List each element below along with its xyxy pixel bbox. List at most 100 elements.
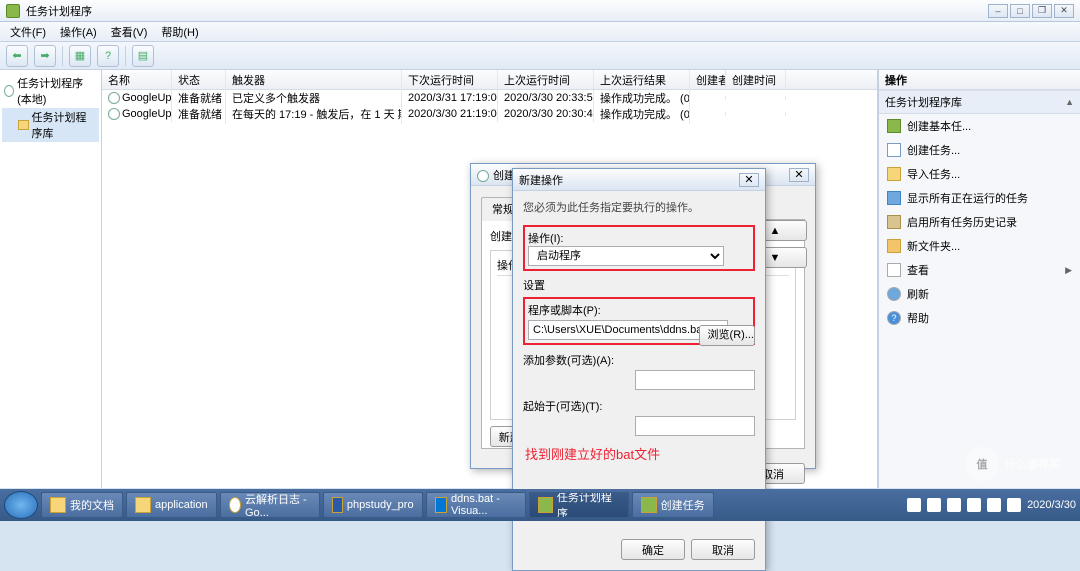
task-icon — [108, 108, 120, 120]
toolbar-button-3[interactable]: ▤ — [132, 45, 154, 67]
action-item-icon — [887, 263, 901, 277]
start-button[interactable] — [4, 491, 38, 519]
nav-forward-button[interactable]: ➡ — [34, 45, 56, 67]
action-item-icon — [887, 167, 901, 181]
startin-input[interactable] — [635, 416, 755, 436]
task-grid-pane: 名称 状态 触发器 下次运行时间 上次运行时间 上次运行结果 创建者 创建时间 … — [102, 70, 878, 488]
actions-header: 操作 — [879, 70, 1080, 90]
taskbar-item[interactable]: phpstudy_pro — [323, 492, 423, 518]
toolbar-button-1[interactable]: ▦ — [69, 45, 91, 67]
watermark-icon: 值 — [965, 447, 999, 481]
action-item-label: 创建任务... — [907, 142, 960, 158]
browse-button[interactable]: 浏览(R)... — [699, 325, 755, 346]
maximize-button[interactable]: □ — [1010, 4, 1030, 18]
tray-icon[interactable] — [987, 498, 1001, 512]
taskbar-item-label: 任务计划程序 — [557, 492, 620, 518]
script-label: 程序或脚本(P): — [528, 302, 750, 318]
main-content: 任务计划程序 (本地) 任务计划程序库 名称 状态 触发器 下次运行时间 上次运… — [0, 70, 1080, 488]
action-item-label: 导入任务... — [907, 166, 960, 182]
toolbar-button-2[interactable]: ? — [97, 45, 119, 67]
menu-help[interactable]: 帮助(H) — [155, 22, 204, 42]
tray-icon[interactable] — [947, 498, 961, 512]
taskbar-clock[interactable]: 2020/3/30 — [1027, 499, 1076, 511]
action-item-icon — [887, 119, 901, 133]
action-type-label: 操作(I): — [528, 233, 563, 245]
menu-action[interactable]: 操作(A) — [54, 22, 103, 42]
action-item-label: 显示所有正在运行的任务 — [907, 190, 1028, 206]
window-controls: – □ ❐ ✕ — [988, 4, 1074, 18]
toolbar-divider — [62, 46, 63, 66]
taskbar-item[interactable]: 云解析日志 - Go... — [220, 492, 320, 518]
dialog-title: 新建操作 — [519, 172, 563, 188]
dialog-hint: 您必须为此任务指定要执行的操作。 — [523, 199, 755, 215]
toolbar-divider — [125, 46, 126, 66]
actions-item[interactable]: 创建任务... — [879, 138, 1080, 162]
close-button[interactable]: ✕ — [1054, 4, 1074, 18]
title-bar: 任务计划程序 – □ ❐ ✕ — [0, 0, 1080, 22]
nav-back-button[interactable]: ⬅ — [6, 45, 28, 67]
actions-item[interactable]: 新文件夹... — [879, 234, 1080, 258]
menu-view[interactable]: 查看(V) — [105, 22, 154, 42]
ok-button[interactable]: 确定 — [621, 539, 685, 560]
taskbar-item-label: ddns.bat - Visua... — [451, 493, 517, 517]
menu-file[interactable]: 文件(F) — [4, 22, 52, 42]
close-icon[interactable]: ✕ — [789, 168, 809, 182]
taskbar-item-label: 云解析日志 - Go... — [245, 492, 311, 518]
actions-item[interactable]: 导入任务... — [879, 162, 1080, 186]
action-item-label: 帮助 — [907, 310, 929, 326]
taskbar-item[interactable]: application — [126, 492, 217, 518]
col-result[interactable]: 上次运行结果 — [594, 70, 690, 89]
actions-item[interactable]: 刷新 — [879, 282, 1080, 306]
tray-icon[interactable] — [1007, 498, 1021, 512]
arguments-label: 添加参数(可选)(A): — [523, 352, 755, 368]
watermark-text: 什么值得买 — [1005, 456, 1060, 472]
tray-icon[interactable] — [927, 498, 941, 512]
col-status[interactable]: 状态 — [172, 70, 226, 89]
nav-tree: 任务计划程序 (本地) 任务计划程序库 — [0, 70, 102, 488]
col-author[interactable]: 创建者 — [690, 70, 726, 89]
dialog-titlebar[interactable]: 新建操作 ✕ — [513, 169, 765, 191]
taskbar-item[interactable]: ddns.bat - Visua... — [426, 492, 526, 518]
close-icon[interactable]: ✕ — [739, 173, 759, 187]
taskbar-item-icon — [332, 497, 343, 513]
restore-button[interactable]: ❐ — [1032, 4, 1052, 18]
tree-root-label: 任务计划程序 (本地) — [17, 75, 97, 107]
action-item-icon — [887, 143, 901, 157]
taskbar-item-icon — [641, 497, 657, 513]
arguments-input[interactable] — [635, 370, 755, 390]
actions-item[interactable]: ? 帮助 — [879, 306, 1080, 330]
action-item-icon: ? — [887, 311, 901, 325]
tree-root[interactable]: 任务计划程序 (本地) — [2, 74, 99, 108]
col-last[interactable]: 上次运行时间 — [498, 70, 594, 89]
actions-section-title[interactable]: 任务计划程序库 ▲ — [879, 90, 1080, 114]
taskbar-item[interactable]: 我的文档 — [41, 492, 123, 518]
tray-icon[interactable] — [907, 498, 921, 512]
app-icon — [6, 4, 20, 18]
taskbar-item-icon — [229, 497, 241, 513]
actions-section-label: 任务计划程序库 — [885, 94, 962, 110]
cancel-button[interactable]: 取消 — [691, 539, 755, 560]
tray-icon[interactable] — [967, 498, 981, 512]
col-next[interactable]: 下次运行时间 — [402, 70, 498, 89]
actions-item[interactable]: 创建基本任... — [879, 114, 1080, 138]
chevron-up-icon: ▲ — [1065, 97, 1074, 107]
taskbar-item[interactable]: 创建任务 — [632, 492, 714, 518]
script-path-input[interactable] — [528, 320, 728, 340]
actions-item[interactable]: 显示所有正在运行的任务 — [879, 186, 1080, 210]
tree-library[interactable]: 任务计划程序库 — [2, 108, 99, 142]
actions-item[interactable]: 查看▶ — [879, 258, 1080, 282]
scheduler-icon — [477, 170, 489, 182]
col-name[interactable]: 名称 — [102, 70, 172, 89]
task-icon — [108, 92, 120, 104]
action-type-select[interactable]: 启动程序 — [528, 246, 724, 266]
taskbar-item-icon — [50, 497, 66, 513]
actions-item[interactable]: 启用所有任务历史记录 — [879, 210, 1080, 234]
action-item-icon — [887, 215, 901, 229]
taskbar-item[interactable]: 任务计划程序 — [529, 492, 629, 518]
table-row[interactable]: GoogleUp...准备就绪在每天的 17:19 - 触发后，在 1 天 期间… — [102, 106, 877, 122]
toolbar: ⬅ ➡ ▦ ? ▤ — [0, 42, 1080, 70]
col-ctime[interactable]: 创建时间 — [726, 70, 786, 89]
minimize-button[interactable]: – — [988, 4, 1008, 18]
col-trigger[interactable]: 触发器 — [226, 70, 402, 89]
taskbar-item-icon — [435, 497, 447, 513]
